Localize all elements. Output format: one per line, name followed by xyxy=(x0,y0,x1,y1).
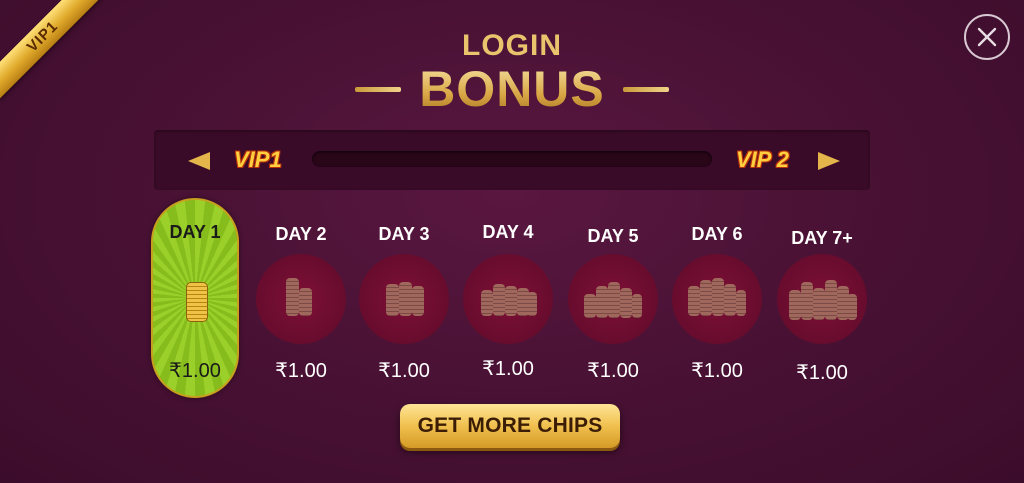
vip-next-label: VIP 2 xyxy=(736,147,789,172)
day-card-5[interactable]: DAY 5 ₹1.00 xyxy=(568,202,658,398)
coin-stack-icon xyxy=(186,282,208,322)
coin-stacks-icon xyxy=(463,254,553,344)
coin-stacks-icon xyxy=(359,254,449,344)
page-title: LOGIN BONUS xyxy=(0,30,1024,116)
coin-stacks-icon xyxy=(568,254,658,344)
day-label: DAY 5 xyxy=(587,226,639,246)
title-top: LOGIN xyxy=(462,29,562,62)
day-amount: ₹1.00 xyxy=(275,360,327,382)
title-main-row: BONUS xyxy=(0,62,1024,116)
title-divider-left xyxy=(355,86,402,92)
day-amount: ₹1.00 xyxy=(482,358,534,380)
coin-stacks-icon xyxy=(777,254,867,344)
day-label: DAY 6 xyxy=(691,224,743,244)
day-card-6[interactable]: DAY 6 ₹1.00 xyxy=(672,202,762,398)
coin-stacks-icon xyxy=(256,254,346,344)
vip-progress-band: VIP1 VIP 2 xyxy=(154,130,870,190)
day-amount: ₹1.00 xyxy=(169,360,221,382)
vip-progress-bar xyxy=(312,151,712,167)
day-card-3[interactable]: DAY 3 ₹1.00 xyxy=(359,202,449,398)
vip-current-label: VIP1 xyxy=(234,147,282,172)
day-label: DAY 7+ xyxy=(791,228,853,248)
arrow-left-icon[interactable] xyxy=(188,152,210,170)
title-main: BONUS xyxy=(419,61,605,117)
day-card-7[interactable]: DAY 7+ ₹1.00 xyxy=(777,202,867,398)
day-amount: ₹1.00 xyxy=(587,360,639,382)
day-label: DAY 2 xyxy=(275,224,327,244)
get-more-chips-button[interactable]: GET MORE CHIPS xyxy=(400,404,620,448)
coin-stacks-icon xyxy=(672,254,762,344)
day-card-2[interactable]: DAY 2 ₹1.00 xyxy=(256,202,346,398)
day-label: DAY 3 xyxy=(378,224,430,244)
day-amount: ₹1.00 xyxy=(796,362,848,384)
title-divider-right xyxy=(622,86,669,92)
day-label: DAY 4 xyxy=(482,222,534,242)
day-amount: ₹1.00 xyxy=(691,360,743,382)
day-card-4[interactable]: DAY 4 ₹1.00 xyxy=(463,202,553,398)
arrow-right-icon[interactable] xyxy=(818,152,840,170)
day-label: DAY 1 xyxy=(169,222,221,242)
day-amount: ₹1.00 xyxy=(378,360,430,382)
day-card-1[interactable]: DAY 1 ₹1.00 xyxy=(151,198,239,398)
